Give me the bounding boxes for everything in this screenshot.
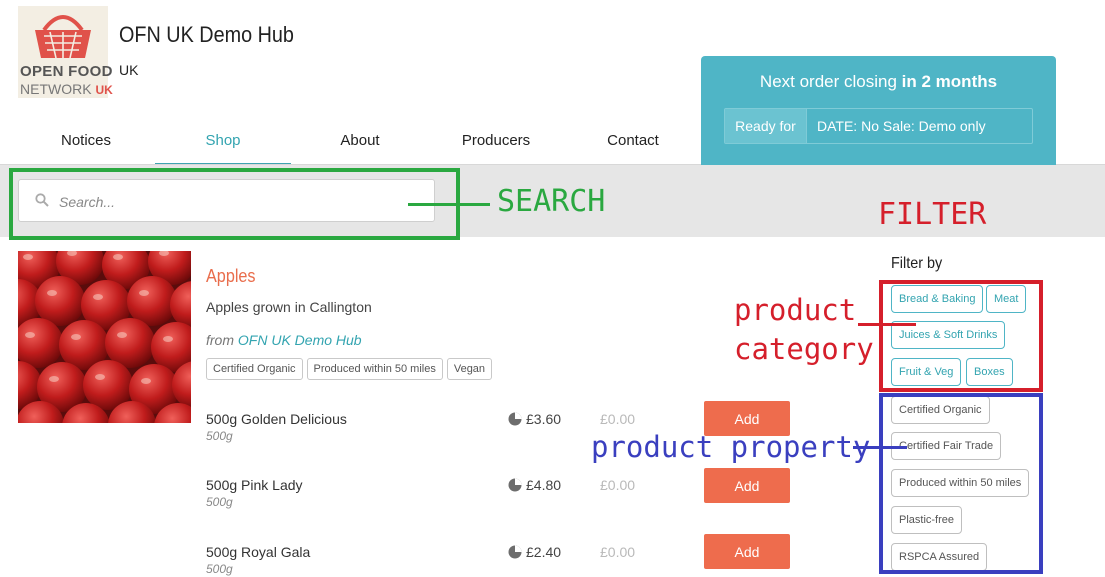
variant-name: 500g Royal Gala [206,544,311,560]
variant-price: £3.60 [526,411,562,427]
order-cycle-panel: Next order closing in 2 months Ready for… [701,56,1056,165]
logo-text-network: NETWORK [20,81,92,97]
search-annotation-label: SEARCH [497,184,606,219]
variant-unit: 500g [206,495,233,509]
tab-producers[interactable]: Producers [428,116,564,166]
variant-name: 500g Golden Delicious [206,411,347,427]
shop-page: OPEN FOOD NETWORK UK OFN UK Demo Hub UK … [0,0,1105,577]
add-to-cart-button[interactable]: Add [704,534,790,569]
hub-country: UK [119,62,139,78]
tab-about[interactable]: About [292,116,428,166]
logo-text-line1: OPEN FOOD [20,63,113,80]
category-annotation-box [879,280,1043,392]
logo-text-uk: UK [95,83,113,97]
property-annotation-box [879,393,1043,574]
property-annotation-label: product property [591,430,871,464]
filter-by-heading: Filter by [891,255,943,272]
product-tag: Certified Organic [206,358,303,380]
ready-for-label: Ready for [725,109,807,143]
tab-shop[interactable]: Shop [155,116,291,166]
add-to-cart-button[interactable]: Add [704,468,790,503]
product-supplier-link[interactable]: OFN UK Demo Hub [238,332,362,348]
filter-annotation-label: FILTER [878,197,987,232]
order-closing-prefix: Next order closing [759,72,897,91]
category-annotation-label-line2: category [734,332,874,366]
price-breakdown-icon[interactable] [508,478,522,492]
order-closing-title: Next order closing in 2 months [701,72,1056,92]
variant-total: £0.00 [600,477,636,493]
product-tag: Vegan [446,358,493,380]
ready-for-selector[interactable]: Ready for DATE: No Sale: Demo only [724,108,1033,144]
variant-unit: 500g [206,562,233,576]
product-image[interactable] [18,251,191,423]
variant-name: 500g Pink Lady [206,477,303,493]
logo-text-line2: NETWORK UK [20,81,113,97]
search-annotation-line [408,203,490,206]
variant-unit: 500g [206,429,233,443]
product-name[interactable]: Apples [206,266,256,287]
hub-name: OFN UK Demo Hub [119,22,294,47]
product-tags: Certified Organic Produced within 50 mil… [206,358,493,380]
product-tag: Produced within 50 miles [306,358,443,380]
order-closing-time: in 2 months [901,72,998,91]
product-description: Apples grown in Callington [206,299,372,315]
ofn-logo[interactable]: OPEN FOOD NETWORK UK [18,6,113,98]
search-annotation-box [9,168,460,240]
variant-total: £0.00 [600,411,636,427]
category-annotation-label-line1: product [734,293,857,327]
tab-contact[interactable]: Contact [565,116,701,166]
category-annotation-line [858,323,916,326]
variant-price: £2.40 [526,544,562,560]
variant-price: £4.80 [526,477,562,493]
basket-icon [35,15,91,59]
product-supplier: from OFN UK Demo Hub [206,332,362,348]
tab-notices[interactable]: Notices [18,116,154,166]
price-breakdown-icon[interactable] [508,545,522,559]
ready-for-value[interactable]: DATE: No Sale: Demo only [807,109,1032,143]
product-from-prefix: from [206,332,234,348]
apples-photo [18,251,191,423]
variant-total: £0.00 [600,544,636,560]
price-breakdown-icon[interactable] [508,412,522,426]
